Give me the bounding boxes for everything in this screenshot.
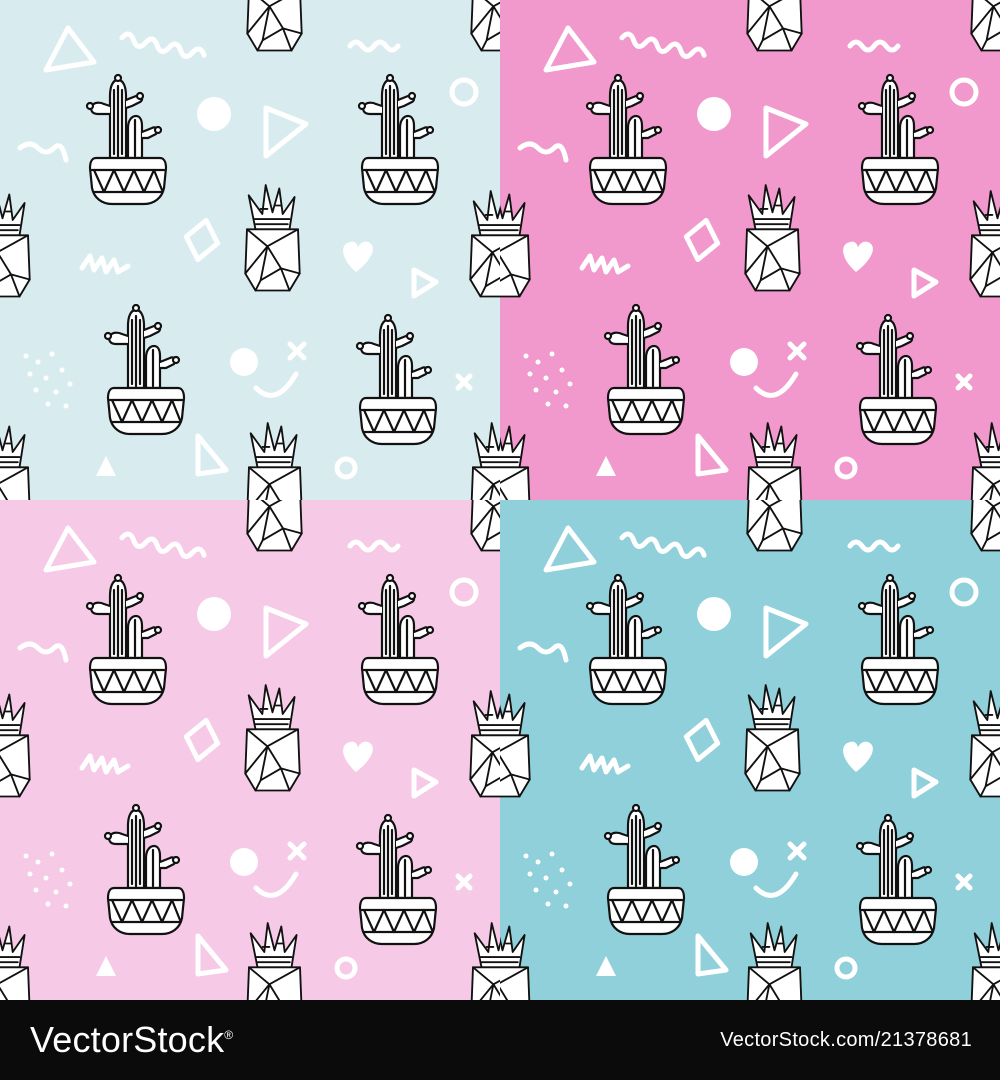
circle-icon bbox=[230, 348, 258, 376]
circle-icon bbox=[730, 848, 758, 876]
tile-top-right bbox=[500, 0, 1000, 500]
tile-bottom-right bbox=[500, 500, 1000, 1000]
watermark-logo-text: VectorStock bbox=[30, 1019, 225, 1060]
circle-icon bbox=[197, 597, 231, 631]
watermark-bar: VectorStock® VectorStock.com/21378681 bbox=[0, 1000, 1000, 1080]
watermark-image-id: VectorStock.com/21378681 bbox=[720, 1028, 972, 1051]
tile-bottom-left bbox=[0, 500, 500, 1000]
succulent-in-geometric-pot-icon bbox=[746, 500, 803, 552]
circle-icon bbox=[697, 97, 731, 131]
registered-mark: ® bbox=[224, 1028, 234, 1042]
watermark-logo: VectorStock® bbox=[30, 1019, 233, 1061]
circle-icon bbox=[230, 848, 258, 876]
succulent-in-geometric-pot-icon bbox=[246, 500, 303, 552]
succulent-in-geometric-pot-icon bbox=[746, 0, 803, 52]
stock-image: VectorStock® VectorStock.com/21378681 bbox=[0, 0, 1000, 1080]
circle-icon bbox=[697, 597, 731, 631]
pattern-grid bbox=[0, 0, 1000, 1000]
circle-icon bbox=[730, 348, 758, 376]
succulent-in-geometric-pot-icon bbox=[246, 0, 303, 52]
tile-top-left bbox=[0, 0, 500, 500]
circle-icon bbox=[197, 97, 231, 131]
